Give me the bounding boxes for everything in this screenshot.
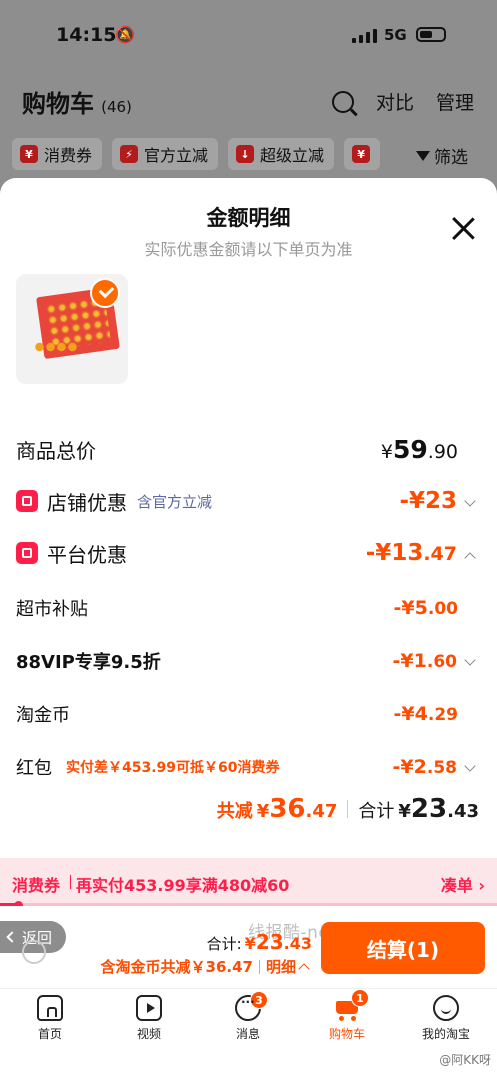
row-taojinbi: 淘金币 -¥4 .29 — [16, 699, 478, 729]
filter-label: 筛选 — [434, 148, 468, 168]
coupon-bar[interactable]: 消费券 再实付453.99享满480减60 凑单 › — [0, 858, 497, 910]
manage-button[interactable]: 管理 — [436, 88, 474, 115]
row-label: 超市补贴 — [16, 599, 88, 620]
shop-icon — [16, 490, 38, 512]
signal-icon — [352, 29, 377, 43]
row-total-price: 商品总价 ¥ 59 .90 — [16, 434, 478, 464]
saved-dec: .47 — [305, 801, 338, 822]
row-88vip[interactable]: 88VIP专享9.5折 -¥1 .60 — [16, 646, 478, 676]
search-icon[interactable] — [331, 90, 354, 113]
video-icon — [136, 995, 162, 1021]
coupon-tag: 消费券 — [12, 876, 61, 895]
tab-home[interactable]: 首页 — [10, 995, 90, 1042]
total-price-value: ¥ 59 .90 — [380, 434, 458, 464]
row-red-packet[interactable]: 红包 实付差￥453.99可抵￥60消费券 -¥2 .58 — [16, 752, 478, 782]
row-value: -¥5 .00 — [393, 597, 458, 619]
tab-cart[interactable]: 1 购物车 — [307, 989, 387, 1042]
chip-super-discount[interactable]: ↓ 超级立减 — [228, 138, 335, 170]
chip-label: 超级立减 — [260, 146, 325, 165]
row-supermarket-subsidy: 超市补贴 -¥5 .00 — [16, 593, 478, 623]
row-note: 含官方立减 — [137, 492, 213, 511]
message-icon: 3 — [235, 991, 268, 1021]
row-label: 红包 — [16, 758, 52, 779]
chip-label: 消费券 — [44, 146, 93, 165]
shop-discount-value: -¥23 — [399, 488, 478, 514]
price-detail-sheet: 金额明细 实际优惠金额请以下单页为准 商品总价 ¥ 59 .90 店铺优惠 含官… — [0, 178, 497, 858]
tab-bar: 首页 视频 3 消息 1 购物车 我的淘宝 @阿KK呀 — [0, 988, 497, 1080]
sheet-subtitle: 实际优惠金额请以下单页为准 — [144, 240, 353, 259]
lightning-icon: ⚡ — [120, 145, 139, 163]
chevron-up-icon — [464, 552, 476, 564]
filter-chips: ¥ 消费券 ⚡ 官方立减 ↓ 超级立减 ¥ — [12, 138, 381, 170]
row-label: 店铺优惠 — [47, 490, 127, 515]
row-note: 实付差￥453.99可抵￥60消费券 — [66, 760, 280, 776]
cart-header: 购物车 (46) 对比 管理 — [22, 84, 482, 120]
detail-toggle[interactable]: 明细 — [266, 956, 296, 977]
saved-text: 含淘金币共减￥36.47 — [100, 958, 253, 976]
row-label: 88VIP专享9.5折 — [16, 652, 161, 673]
row-label: 商品总价 — [16, 438, 96, 463]
summary-line: 共减 ¥ 36 .47 合计 ¥ 23 .43 — [217, 794, 479, 824]
message-badge: 3 — [250, 991, 268, 1009]
cart-icon: 1 — [334, 989, 369, 1021]
chevron-down-icon — [464, 654, 476, 666]
chip-more[interactable]: ¥ — [344, 138, 381, 170]
total-label: 合计 — [358, 801, 395, 822]
select-all-radio[interactable] — [22, 940, 46, 964]
platform-icon — [16, 542, 38, 564]
filter-button[interactable]: 筛选 — [416, 143, 468, 168]
row-label: 淘金币 — [16, 705, 70, 726]
checkout-bar: 返回 线报酷-new.xianbao.fun 合计: ¥ 23 .43 含淘金币… — [0, 906, 497, 988]
status-time: 14:15 — [56, 24, 117, 46]
saved-label: 共减 — [216, 801, 253, 822]
back-arrow-icon — [6, 931, 18, 943]
chip-label: 官方立减 — [144, 146, 209, 165]
cart-title: 购物车 — [22, 90, 94, 118]
chip-official-discount[interactable]: ⚡ 官方立减 — [112, 138, 219, 170]
status-bar: 14:15 🔕 5G — [0, 22, 497, 52]
coupon-icon: ¥ — [352, 145, 371, 163]
compare-button[interactable]: 对比 — [376, 88, 414, 115]
row-value: -¥2 .58 — [393, 756, 478, 778]
tab-messages[interactable]: 3 消息 — [208, 991, 288, 1042]
profile-icon — [433, 995, 459, 1021]
checkout-total: 合计: ¥ 23 .43 — [206, 930, 312, 954]
chevron-down-icon — [464, 495, 476, 507]
coupon-message: 再实付453.99享满480减60 — [76, 876, 290, 895]
weibo-watermark: @阿KK呀 — [439, 1053, 491, 1067]
total-dec: .43 — [447, 801, 479, 822]
sheet-title: 金额明细 — [206, 206, 291, 230]
mute-bell-icon: 🔕 — [115, 25, 135, 44]
add-items-link[interactable]: 凑单 › — [441, 872, 485, 896]
saved-currency: ¥ — [256, 801, 270, 822]
tab-profile[interactable]: 我的淘宝 — [406, 995, 486, 1042]
close-icon[interactable] — [451, 216, 475, 240]
row-label: 平台优惠 — [47, 542, 127, 567]
chip-consumption-coupon[interactable]: ¥ 消费券 — [12, 138, 103, 170]
checkout-button[interactable]: 结算(1) — [321, 922, 485, 974]
network-type: 5G — [384, 26, 407, 44]
platform-discount-value: -¥13 .47 — [366, 540, 478, 566]
chevron-down-icon — [464, 760, 476, 772]
total-int: 23 — [410, 794, 448, 824]
down-arrow-icon: ↓ — [236, 145, 255, 163]
checkout-saved[interactable]: 含淘金币共减￥36.47 明细 — [101, 956, 312, 977]
row-shop-discount[interactable]: 店铺优惠 含官方立减 -¥23 — [16, 486, 478, 516]
row-value: -¥1 .60 — [393, 650, 478, 672]
total-currency: ¥ — [398, 801, 411, 822]
tab-video[interactable]: 视频 — [109, 995, 189, 1042]
selected-check-icon[interactable] — [90, 278, 120, 308]
row-platform-discount[interactable]: 平台优惠 -¥13 .47 — [16, 538, 478, 568]
funnel-icon — [416, 150, 430, 161]
cart-badge: 1 — [351, 989, 369, 1007]
chevron-up-icon — [298, 962, 310, 975]
battery-icon — [416, 27, 446, 42]
home-icon — [37, 995, 63, 1021]
cart-count: (46) — [101, 98, 132, 116]
row-value: -¥4 .29 — [393, 703, 458, 725]
saved-int: 36 — [269, 794, 306, 824]
coupon-icon: ¥ — [20, 145, 38, 163]
